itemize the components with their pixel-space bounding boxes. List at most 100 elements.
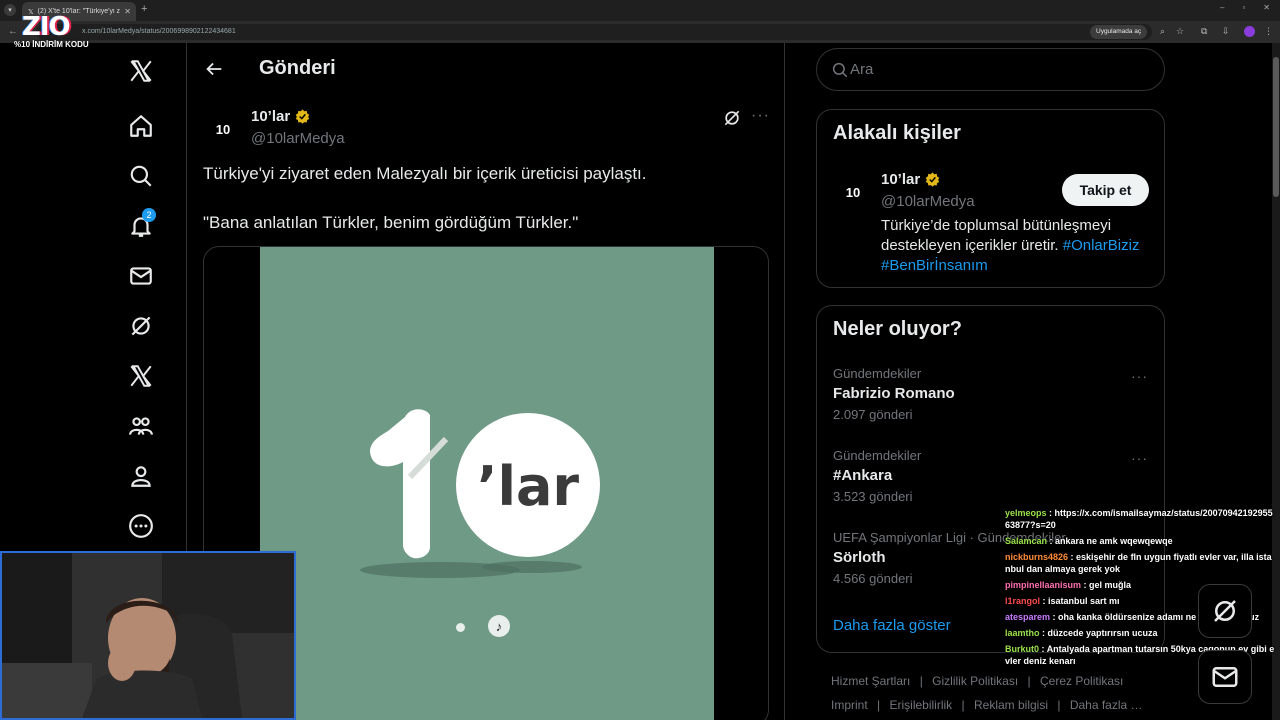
profile-icon[interactable]	[116, 456, 166, 496]
communities-icon[interactable]	[116, 406, 166, 446]
trend-name: #Ankara	[833, 467, 893, 484]
messages-icon[interactable]	[116, 256, 166, 296]
show-more-link[interactable]: Daha fazla göster	[833, 617, 951, 634]
related-bio: Türkiye’de toplumsal bütünleşmeyi destek…	[881, 216, 1156, 276]
chat-separator: :	[1081, 580, 1090, 590]
trend-more-icon[interactable]: ···	[1131, 450, 1148, 466]
open-in-app-button[interactable]: Uygulamada aç	[1090, 25, 1148, 39]
zoom-icon[interactable]: ⌕	[1160, 26, 1165, 37]
notifications-icon[interactable]: 2	[116, 206, 166, 246]
x-logo-icon[interactable]	[116, 51, 166, 91]
trend-item[interactable]: Gündemdekiler #Ankara 3.523 gönderi	[833, 448, 1153, 504]
messages-float-button[interactable]	[1198, 650, 1252, 704]
footer-link[interactable]: Erişilebilirlik	[890, 698, 953, 712]
related-name-text: 10’lar	[881, 171, 921, 188]
trend-item[interactable]: Gündemdekiler Fabrizio Romano 2.097 gönd…	[833, 366, 1153, 422]
hashtag-link[interactable]: #BenBirİnsanım	[881, 257, 988, 274]
stream-logo: ZIO	[22, 12, 71, 42]
post-text-line-1: Türkiye'yi ziyaret eden Malezyalı bir iç…	[203, 164, 647, 183]
related-handle[interactable]: @10larMedya	[881, 193, 975, 210]
trend-count: 2.097 gönderi	[833, 407, 913, 422]
maximize-icon[interactable]: ▫	[1242, 3, 1245, 12]
more-icon[interactable]	[116, 506, 166, 546]
footer-link[interactable]: Çerez Politikası	[1040, 674, 1123, 688]
trend-more-icon[interactable]: ···	[1131, 368, 1148, 384]
window-controls: – ▫ ✕	[1220, 3, 1270, 12]
chat-separator: :	[1040, 596, 1049, 606]
footer-link[interactable]: Hizmet Şartları	[831, 674, 910, 688]
avatar-text: 10	[215, 121, 231, 137]
new-tab-icon[interactable]: +	[141, 3, 147, 15]
post-more-icon[interactable]: ···	[751, 107, 770, 125]
verified-badge-icon	[925, 172, 940, 187]
footer-row-1: Hizmet Şartları | Gizlilik Politikası | …	[831, 674, 1124, 688]
grok-float-button[interactable]	[1198, 584, 1252, 638]
trend-name: Fabrizio Romano	[833, 385, 955, 402]
chat-username[interactable]: Burkut0	[1005, 644, 1039, 654]
address-bar-row: ← → x.com/10larMedya/status/200699890212…	[0, 21, 1280, 43]
browser-menu-icon[interactable]: ⋮	[1264, 26, 1273, 37]
search-icon	[832, 62, 848, 78]
home-icon[interactable]	[116, 106, 166, 146]
streamer-webcam-image	[2, 553, 294, 718]
related-name[interactable]: 10’lar	[881, 171, 941, 188]
trends-title: Neler oluyor?	[833, 318, 962, 340]
hashtag-link[interactable]: #OnlarBiziz	[1063, 237, 1140, 254]
back-nav-icon[interactable]: ←	[8, 26, 18, 37]
chat-username[interactable]: laamtho	[1005, 628, 1040, 638]
profile-avatar[interactable]	[1244, 26, 1255, 37]
chat-separator: :	[1068, 552, 1077, 562]
footer-link[interactable]: Gizlilik Politikası	[932, 674, 1018, 688]
chat-username[interactable]: yelmeops	[1005, 508, 1047, 518]
close-window-icon[interactable]: ✕	[1263, 3, 1270, 12]
extensions-icon[interactable]: ⧉	[1201, 26, 1207, 37]
chat-username[interactable]: l1rangol	[1005, 596, 1040, 606]
related-avatar[interactable]: 10	[833, 172, 873, 212]
search-input[interactable]: Ara	[816, 48, 1165, 91]
chat-message: Salamcan : ankara ne amk wqewqewqe	[1005, 535, 1277, 547]
video-indicator-dot	[456, 623, 465, 632]
explore-icon[interactable]	[116, 156, 166, 196]
downloads-icon[interactable]: ⇩	[1222, 26, 1230, 37]
chat-username[interactable]: Salamcan	[1005, 536, 1047, 546]
trend-category: Gündemdekiler	[833, 448, 922, 463]
back-arrow-icon[interactable]	[203, 58, 225, 80]
grok-explain-icon[interactable]	[722, 108, 742, 128]
messages-icon	[1212, 667, 1238, 687]
premium-x-icon[interactable]	[116, 356, 166, 396]
promo-text: %10 İNDİRİM KODU	[14, 40, 89, 49]
chat-text: ankara ne amk wqewqewqe	[1055, 536, 1173, 546]
scrollbar-thumb[interactable]	[1273, 57, 1279, 197]
trend-category: Gündemdekiler	[833, 366, 922, 381]
author-handle[interactable]: @10larMedya	[251, 130, 345, 147]
author-name[interactable]: 10’lar	[251, 108, 311, 125]
author-name-text: 10’lar	[251, 108, 291, 125]
webcam-overlay	[0, 551, 296, 720]
chat-text: düzcede yaptırırsın ucuza	[1047, 628, 1158, 638]
post-text-line-2: "Bana anlatılan Türkler, benim gördüğüm …	[203, 213, 579, 232]
tiktok-icon: ♪	[488, 615, 510, 637]
author-avatar[interactable]: 10	[203, 109, 243, 149]
footer-link[interactable]: Imprint	[831, 698, 868, 712]
footer-link[interactable]: Daha fazla …	[1070, 698, 1143, 712]
close-tab-icon[interactable]: ✕	[124, 7, 131, 16]
post-header: Gönderi	[187, 43, 784, 97]
video-frame[interactable]: ’lar ♪	[260, 247, 714, 720]
url-field[interactable]: x.com/10larMedya/status/2006998902122434…	[36, 24, 1152, 40]
chat-username[interactable]: nickburns4826	[1005, 552, 1068, 562]
tab-search-icon[interactable]: ▾	[4, 4, 16, 16]
follow-button[interactable]: Takip et	[1062, 174, 1149, 206]
bookmark-star-icon[interactable]: ☆	[1176, 26, 1184, 37]
chat-separator: :	[1039, 644, 1047, 654]
chat-username[interactable]: pimpinellaanisum	[1005, 580, 1081, 590]
chat-username[interactable]: atesparem	[1005, 612, 1050, 622]
related-avatar-text: 10	[845, 184, 861, 200]
notification-badge: 2	[142, 208, 156, 222]
follow-label: Takip et	[1079, 182, 1132, 198]
grok-icon	[1214, 600, 1236, 622]
chat-separator: :	[1050, 612, 1059, 622]
minimize-icon[interactable]: –	[1220, 3, 1224, 12]
footer-link[interactable]: Reklam bilgisi	[974, 698, 1048, 712]
related-people-card: Alakalı kişiler 10 10’lar @10larMedya Ta…	[816, 109, 1165, 288]
grok-icon[interactable]	[116, 306, 166, 346]
